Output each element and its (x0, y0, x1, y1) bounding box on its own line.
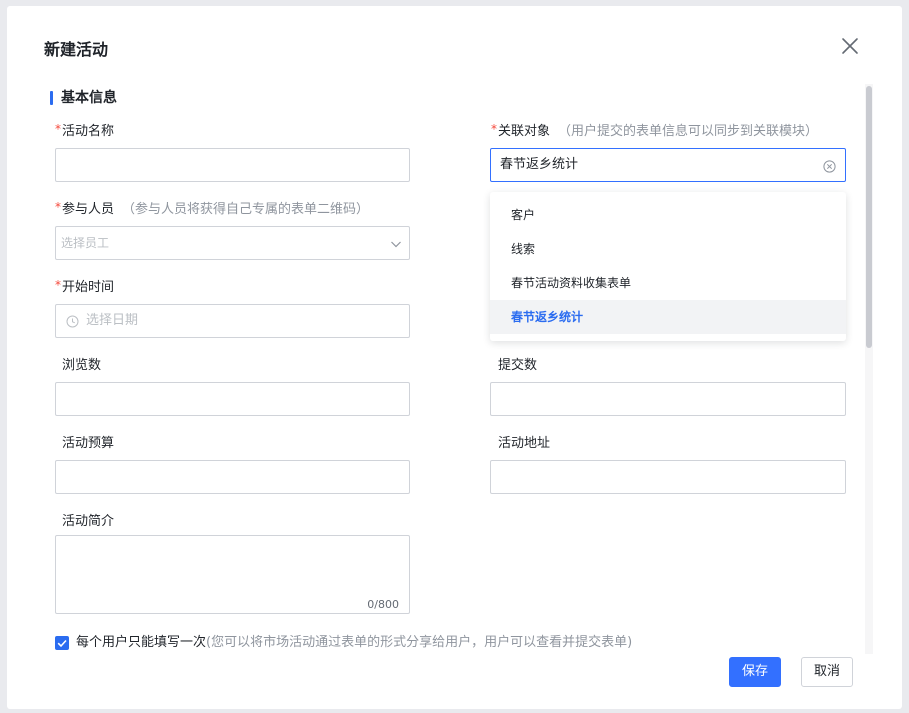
views-label: 浏览数 (62, 358, 102, 373)
dropdown-item-spring-form[interactable]: 春节活动资料收集表单 (490, 266, 846, 300)
address-label: 活动地址 (498, 436, 551, 451)
dialog-title: 新建活动 (44, 40, 109, 59)
dropdown-item-customer[interactable]: 客户 (490, 198, 846, 232)
form-scroll-area: 基本信息 * 活动名称 * 关联对象 （用户提交的表单信息可以同步到关联模块） 春节返… (7, 84, 873, 654)
dropdown-item-lead[interactable]: 线索 (490, 232, 846, 266)
start-time-picker[interactable]: 选择日期 (55, 304, 410, 338)
participants-label: * 参与人员 （参与人员将获得自己专属的表单二维码） (55, 200, 370, 217)
related-object-label: * 关联对象 （用户提交的表单信息可以同步到关联模块） (491, 122, 819, 139)
dropdown-item-spring-return[interactable]: 春节返乡统计 (490, 300, 846, 334)
once-per-user-hint: (您可以将市场活动通过表单的形式分享给用户，用户可以查看并提交表单) (206, 635, 633, 650)
once-per-user-label: 每个用户只能填写一次(您可以将市场活动通过表单的形式分享给用户，用户可以查看并提… (76, 635, 633, 650)
budget-label: 活动预算 (62, 436, 115, 451)
new-activity-dialog: 新建活动 基本信息 * 活动名称 * 关联对象 （用户提交的表单信息可以同步到关联模块… (7, 6, 902, 709)
address-input[interactable] (490, 460, 846, 494)
participants-select[interactable]: 选择员工 (55, 226, 410, 260)
cancel-button[interactable]: 取消 (801, 657, 853, 687)
submissions-label: 提交数 (498, 358, 538, 373)
activity-name-input[interactable] (55, 148, 410, 182)
once-per-user-checkbox[interactable] (55, 636, 69, 650)
scrollbar-thumb[interactable] (866, 86, 872, 348)
intro-textarea[interactable]: 0/800 (55, 535, 410, 614)
related-object-value: 春节返乡统计 (500, 157, 579, 172)
views-input[interactable] (55, 382, 410, 416)
submissions-input[interactable] (490, 382, 846, 416)
participants-placeholder: 选择员工 (61, 236, 110, 250)
related-object-dropdown: 客户 线索 春节活动资料收集表单 春节返乡统计 (490, 192, 846, 341)
required-mark: * (55, 122, 61, 136)
clear-icon[interactable] (823, 160, 836, 173)
required-mark: * (55, 200, 61, 214)
scrollbar[interactable] (865, 84, 873, 654)
budget-input[interactable] (55, 460, 410, 494)
chevron-down-icon (391, 241, 401, 248)
related-object-select[interactable]: 春节返乡统计 (490, 148, 846, 182)
close-icon[interactable] (839, 35, 861, 57)
start-time-placeholder: 选择日期 (86, 313, 139, 328)
section-title: 基本信息 (50, 90, 117, 106)
activity-name-label: * 活动名称 (55, 122, 115, 139)
required-mark: * (55, 278, 61, 292)
clock-icon (66, 315, 79, 328)
save-button[interactable]: 保存 (729, 657, 781, 687)
required-mark: * (491, 122, 497, 136)
intro-label: 活动简介 (62, 514, 115, 529)
start-time-label: * 开始时间 (55, 278, 115, 295)
char-counter: 0/800 (367, 598, 399, 611)
check-icon (57, 639, 67, 648)
